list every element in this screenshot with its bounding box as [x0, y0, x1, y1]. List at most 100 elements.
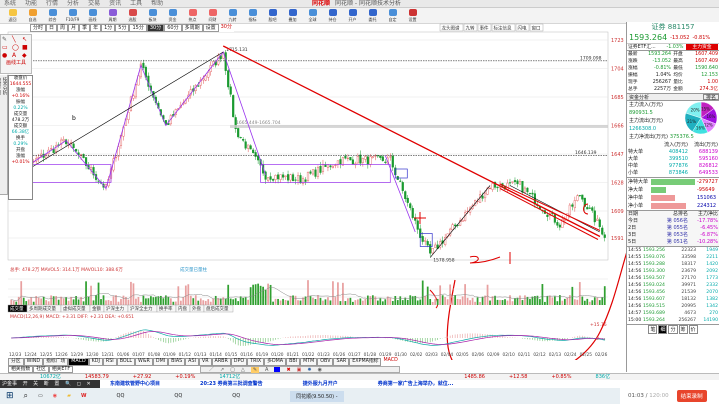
rectangle-icon[interactable]: ▭ — [2, 44, 11, 51]
kline-chart[interactable]: 1709.098 1646.139 1665.449-1665.704 1715.13… — [0, 22, 626, 360]
pen-tool-icon[interactable]: ✎ — [250, 366, 260, 373]
line-tool-icon[interactable]: ／ — [209, 366, 214, 373]
line-icon[interactable]: ╲ — [12, 36, 21, 43]
search-icon[interactable]: ⌕ — [24, 391, 28, 401]
volume-tab[interactable]: 沪深全主力 — [130, 305, 153, 312]
chart-top-button[interactable]: 九转 — [466, 25, 475, 32]
volume-tab[interactable]: 盘后成交量 — [206, 305, 229, 312]
toolbar-button-10[interactable]: 问财 — [204, 8, 221, 23]
toolbar-button-17[interactable]: 开户 — [344, 8, 361, 23]
tick-tab[interactable]: 价 — [688, 325, 698, 334]
vtab[interactable]: 分时走势 — [0, 75, 1, 195]
news-item[interactable]: 20:23 券商第三批调查警告 — [200, 380, 263, 388]
toolbar-button-15[interactable]: 全球 — [304, 8, 321, 23]
period-5[interactable]: 年 — [90, 24, 102, 32]
indicator-tab[interactable]: DPO — [230, 358, 248, 366]
taskbar-qq-1[interactable]: QQ — [117, 393, 125, 399]
period-1[interactable]: 日 — [46, 24, 58, 32]
left-vertical-tabs[interactable]: 技术分析分时走势基本资料自选股上证指数 — [0, 75, 8, 195]
indicator-tab[interactable]: BBI — [286, 358, 301, 366]
color-swatch[interactable] — [274, 367, 281, 372]
indicator-tab[interactable]: RSI — [102, 358, 117, 366]
period-9[interactable]: 30分 — [146, 24, 165, 32]
volume-tab[interactable]: 金额 — [92, 305, 101, 312]
indicator-tab[interactable]: VR — [198, 358, 212, 366]
toolbar-button-8[interactable]: 资金 — [164, 8, 181, 23]
menu-item[interactable]: 行情 — [46, 0, 58, 7]
stop-recording-button[interactable]: 结束录制 — [676, 390, 707, 402]
period-11[interactable]: 多周期 — [181, 24, 203, 32]
toolbar-button-7[interactable]: 板块 — [144, 8, 161, 23]
period-4[interactable]: 季 — [79, 24, 91, 32]
toolbar-button-18[interactable]: 委托 — [364, 8, 381, 23]
toolbar-button-2[interactable]: 综合 — [44, 8, 61, 23]
eye-icon[interactable]: ◉ — [318, 367, 322, 373]
tick-tab[interactable]: 笔 — [648, 325, 658, 334]
indicator-tab[interactable]: ARBR — [211, 358, 231, 366]
sub-tab[interactable]: 相关ETF — [48, 366, 74, 373]
toolbar-button-11[interactable]: 九转 — [224, 8, 241, 23]
arrow-tool-icon[interactable]: ↗ — [220, 367, 224, 373]
volume-tab[interactable]: 沪深主力 — [106, 305, 124, 312]
menu-item[interactable]: 资讯 — [109, 0, 121, 7]
period-12[interactable]: 设置 — [202, 24, 219, 32]
indicator-tab[interactable]: EXPMA指标 — [349, 358, 382, 366]
indicator-tab[interactable]: SAR — [333, 358, 350, 366]
toolbar-button-1[interactable]: 自选 — [24, 8, 41, 23]
volume-tab[interactable]: 外盘 — [192, 305, 201, 312]
chart-top-button[interactable]: 标注信息 — [494, 25, 512, 32]
indicator-tab[interactable]: 多DMA — [264, 358, 287, 366]
etf-link[interactable]: 证券ETF汇... — [628, 44, 664, 50]
chart-top-button[interactable]: 事件 — [480, 25, 489, 32]
menu-item[interactable]: 帮助 — [151, 0, 163, 7]
toolbar-button-14[interactable]: 叠加 — [284, 8, 301, 23]
toolbar-button-12[interactable]: 指标 — [244, 8, 261, 23]
volume-tab[interactable]: 多周期成交量 — [29, 305, 56, 312]
menu-item[interactable]: 分析 — [67, 0, 79, 7]
wps-icon[interactable]: W — [81, 393, 87, 399]
volume-tab[interactable]: 内盘 — [178, 305, 187, 312]
indicator-tab[interactable]: 分区 — [8, 358, 24, 366]
rank-button[interactable]: 排名 — [702, 94, 719, 101]
ellipse-icon[interactable]: ◯ — [12, 44, 21, 51]
menu-item[interactable]: 系统 — [4, 0, 16, 7]
period-6[interactable]: 1分 — [101, 24, 116, 32]
indicator-tab[interactable]: DMI — [152, 358, 169, 366]
toolbar-button-4[interactable]: 画线 — [84, 8, 101, 23]
toolbar-button-9[interactable]: 热点 — [184, 8, 201, 23]
menu-item[interactable]: 交易 — [88, 0, 100, 7]
indicator-tab[interactable]: MTM — [300, 358, 318, 366]
period-2[interactable]: 周 — [57, 24, 69, 32]
diamond-icon[interactable]: ◆ — [22, 52, 31, 59]
toolbar-button-20[interactable]: 设置 — [404, 8, 421, 23]
toolbar-button-6[interactable]: 选股 — [124, 8, 141, 23]
task-view-icon[interactable]: ▭ — [38, 393, 43, 399]
toolbar-button-3[interactable]: F10/F9 — [64, 8, 81, 23]
indicator-tabs[interactable]: 分区 WIND 指标广场 MACD KDJ RSI BOLL W&R DMI BIAS ASI VR A… — [8, 358, 400, 366]
indicator-tab[interactable]: WIND — [23, 358, 44, 366]
indicator-tab[interactable]: MACD — [68, 358, 89, 366]
tick-tab[interactable]: 筹 — [678, 325, 688, 334]
indicator-tab[interactable]: 指标广场 — [43, 358, 69, 366]
indicator-tab[interactable]: KDJ — [88, 358, 103, 366]
tick-tab[interactable]: 分 — [668, 325, 678, 334]
menu-item[interactable]: 工具 — [130, 0, 142, 7]
indicator-tab[interactable]: BOLL — [116, 358, 136, 366]
indicator-tab[interactable]: TRIX — [247, 358, 265, 366]
menu-item[interactable]: 功能 — [25, 0, 37, 7]
windows-start-icon[interactable]: ⊞ — [6, 391, 14, 401]
triangle-tool-icon[interactable]: △ — [241, 367, 245, 373]
tick-tabs[interactable]: 笔细分筹价 — [627, 324, 719, 334]
news-item[interactable]: 券商第一家广告上海举办，就位... — [378, 380, 454, 388]
text-icon[interactable]: A — [12, 52, 21, 59]
screen-recorder-bar[interactable]: 沪金事 开 关 断 置 🔍 ◻ ✕ — [0, 380, 100, 388]
indicator-tab[interactable]: W&R — [135, 358, 153, 366]
clear-icon[interactable]: ✖ — [286, 367, 290, 373]
tick-tab[interactable]: 细 — [658, 325, 668, 334]
toolbar-button-19[interactable]: 自定 — [384, 8, 401, 23]
period-10[interactable]: 60分 — [164, 24, 182, 32]
news-item[interactable]: 捷外服九月开户 — [303, 380, 338, 388]
volume-tab[interactable]: 虚拟成交量 — [63, 305, 86, 312]
save-icon[interactable]: ▣ — [297, 367, 302, 373]
settings-icon[interactable]: ✹ — [307, 367, 311, 373]
